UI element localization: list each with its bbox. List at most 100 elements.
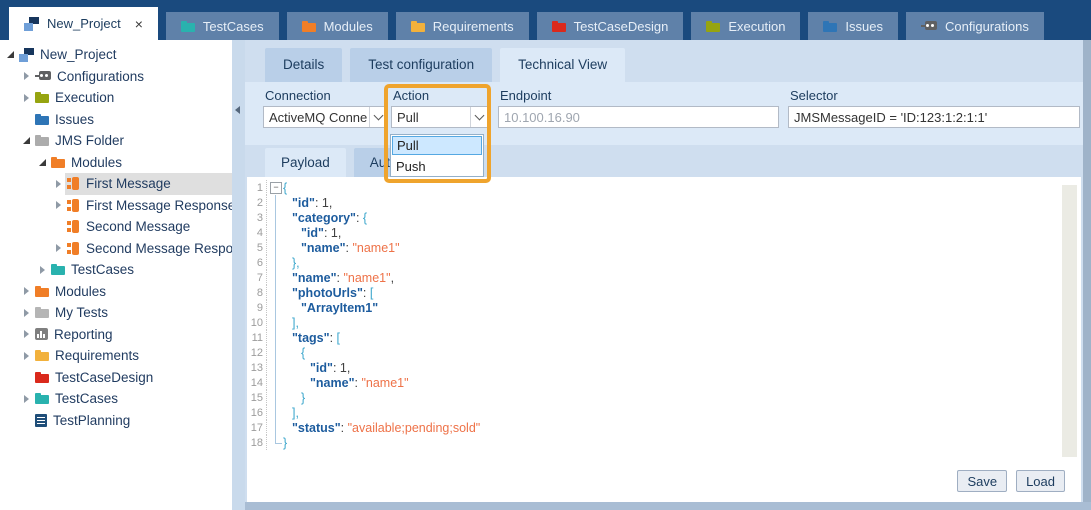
expand-arrow-icon[interactable] — [20, 309, 33, 317]
collapse-arrow-icon[interactable] — [36, 159, 49, 166]
tree-item-configurations[interactable]: Configurations — [0, 66, 232, 88]
expand-arrow-icon[interactable] — [20, 395, 33, 403]
tree-item-second-message[interactable]: Second Message — [0, 216, 232, 238]
tree-item-modules[interactable]: Modules — [0, 281, 232, 303]
load-button[interactable]: Load — [1016, 470, 1065, 492]
code-line: 15} — [247, 390, 1081, 405]
fold-guide — [269, 270, 283, 285]
expand-arrow-icon[interactable] — [52, 180, 65, 188]
top-tab-requirements[interactable]: Requirements — [396, 12, 529, 40]
collapse-arrow-icon[interactable] — [20, 137, 33, 144]
tree-item-reporting[interactable]: Reporting — [0, 324, 232, 346]
folder-icon — [35, 92, 49, 103]
tree-item-content: TestCases — [33, 388, 232, 410]
tree-item-testcases[interactable]: TestCases — [0, 259, 232, 281]
tree-item-label: TestPlanning — [53, 413, 130, 428]
expand-arrow-icon[interactable] — [20, 287, 33, 295]
tree-item-testcasedesign[interactable]: TestCaseDesign — [0, 367, 232, 389]
folder-icon — [51, 157, 65, 168]
fold-guide — [269, 315, 283, 330]
top-tab-new-project[interactable]: New_Project× — [9, 7, 158, 40]
line-number: 18 — [247, 435, 267, 450]
code-text: "category": { — [292, 211, 367, 225]
line-number: 15 — [247, 390, 267, 405]
tree-item-issues[interactable]: Issues — [0, 109, 232, 131]
line-number: 4 — [247, 225, 267, 240]
expand-arrow-icon[interactable] — [36, 266, 49, 274]
tree-item-testplanning[interactable]: TestPlanning — [0, 410, 232, 432]
line-number: 1 — [247, 180, 267, 195]
token: "id" — [301, 226, 324, 240]
tree-item-new-project[interactable]: New_Project — [0, 44, 232, 66]
collapse-arrow-icon[interactable] — [4, 51, 17, 58]
right-edge-bar — [1083, 40, 1091, 510]
expand-arrow-icon[interactable] — [20, 352, 33, 360]
tab-payload[interactable]: Payload — [265, 148, 346, 177]
tab-test-configuration[interactable]: Test configuration — [350, 48, 492, 82]
code-text: "id": 1, — [292, 196, 332, 210]
endpoint-input[interactable]: 10.100.16.90 — [498, 106, 779, 128]
top-tab-modules[interactable]: Modules — [287, 12, 388, 40]
dropdown-option-pull[interactable]: Pull — [392, 136, 482, 155]
editor-scrollbar[interactable] — [1062, 185, 1077, 457]
token: }, — [292, 256, 300, 270]
dropdown-option-push[interactable]: Push — [391, 156, 483, 176]
tab-technical-view[interactable]: Technical View — [500, 48, 625, 82]
tree-item-modules[interactable]: Modules — [0, 152, 232, 174]
action-select[interactable]: Pull — [391, 106, 488, 128]
module-icon — [67, 220, 80, 233]
tree-item-label: Configurations — [57, 69, 144, 84]
expand-arrow-icon[interactable] — [52, 244, 65, 252]
fold-guide — [269, 210, 283, 225]
tree-item-first-message-response[interactable]: First Message Response — [0, 195, 232, 217]
token: "id" — [310, 361, 333, 375]
expand-arrow-icon[interactable] — [20, 94, 33, 102]
tree-item-label: TestCases — [55, 391, 118, 406]
connection-select[interactable]: ActiveMQ Conne — [263, 106, 387, 128]
top-tab-testcases[interactable]: TestCases — [166, 12, 279, 40]
token: "tags" — [292, 331, 330, 345]
code-text: } — [301, 391, 305, 405]
tree-item-testcases[interactable]: TestCases — [0, 388, 232, 410]
chevron-down-icon[interactable] — [369, 107, 386, 127]
chevron-down-icon[interactable] — [470, 107, 487, 127]
code-line: 4"id": 1, — [247, 225, 1081, 240]
tree-item-execution[interactable]: Execution — [0, 87, 232, 109]
token: "category" — [292, 211, 356, 225]
save-button[interactable]: Save — [957, 470, 1007, 492]
selector-input[interactable]: JMSMessageID = 'ID:123:1:2:1:1' — [788, 106, 1080, 128]
expand-arrow-icon[interactable] — [20, 330, 33, 338]
token: [ — [337, 331, 340, 345]
code-line: 7"name": "name1", — [247, 270, 1081, 285]
top-tab-testcasedesign[interactable]: TestCaseDesign — [537, 12, 684, 40]
selector-label: Selector — [790, 88, 838, 103]
top-tab-execution[interactable]: Execution — [691, 12, 800, 40]
code-text: "status": "available;pending;sold" — [292, 421, 480, 435]
line-number: 9 — [247, 300, 267, 315]
expand-arrow-icon[interactable] — [52, 201, 65, 209]
tree-item-my-tests[interactable]: My Tests — [0, 302, 232, 324]
code-text: "photoUrls": [ — [292, 286, 373, 300]
panel-splitter[interactable] — [232, 40, 245, 510]
code-line: 2"id": 1, — [247, 195, 1081, 210]
json-payload-editor[interactable]: 1{2"id": 1,3"category": {4"id": 1,5"name… — [247, 177, 1081, 502]
tree-item-requirements[interactable]: Requirements — [0, 345, 232, 367]
folder-icon — [35, 307, 49, 318]
tree-item-jms-folder[interactable]: JMS Folder — [0, 130, 232, 152]
fold-guide — [269, 420, 283, 435]
tab-details[interactable]: Details — [265, 48, 342, 82]
token: : — [355, 376, 362, 390]
folder-icon — [35, 114, 49, 125]
line-number: 12 — [247, 345, 267, 360]
tree-item-first-message[interactable]: First Message — [0, 173, 232, 195]
folder-icon — [35, 135, 49, 146]
code-line: 14"name": "name1" — [247, 375, 1081, 390]
code-text: ], — [292, 406, 299, 420]
code-text: { — [301, 346, 305, 360]
top-tab-issues[interactable]: Issues — [808, 12, 898, 40]
close-tab-icon[interactable]: × — [135, 17, 143, 31]
tree-item-second-message-response[interactable]: Second Message Response — [0, 238, 232, 260]
top-tab-configurations[interactable]: Configurations — [906, 12, 1044, 40]
expand-arrow-icon[interactable] — [20, 72, 33, 80]
fold-collapse-icon[interactable] — [269, 180, 283, 195]
